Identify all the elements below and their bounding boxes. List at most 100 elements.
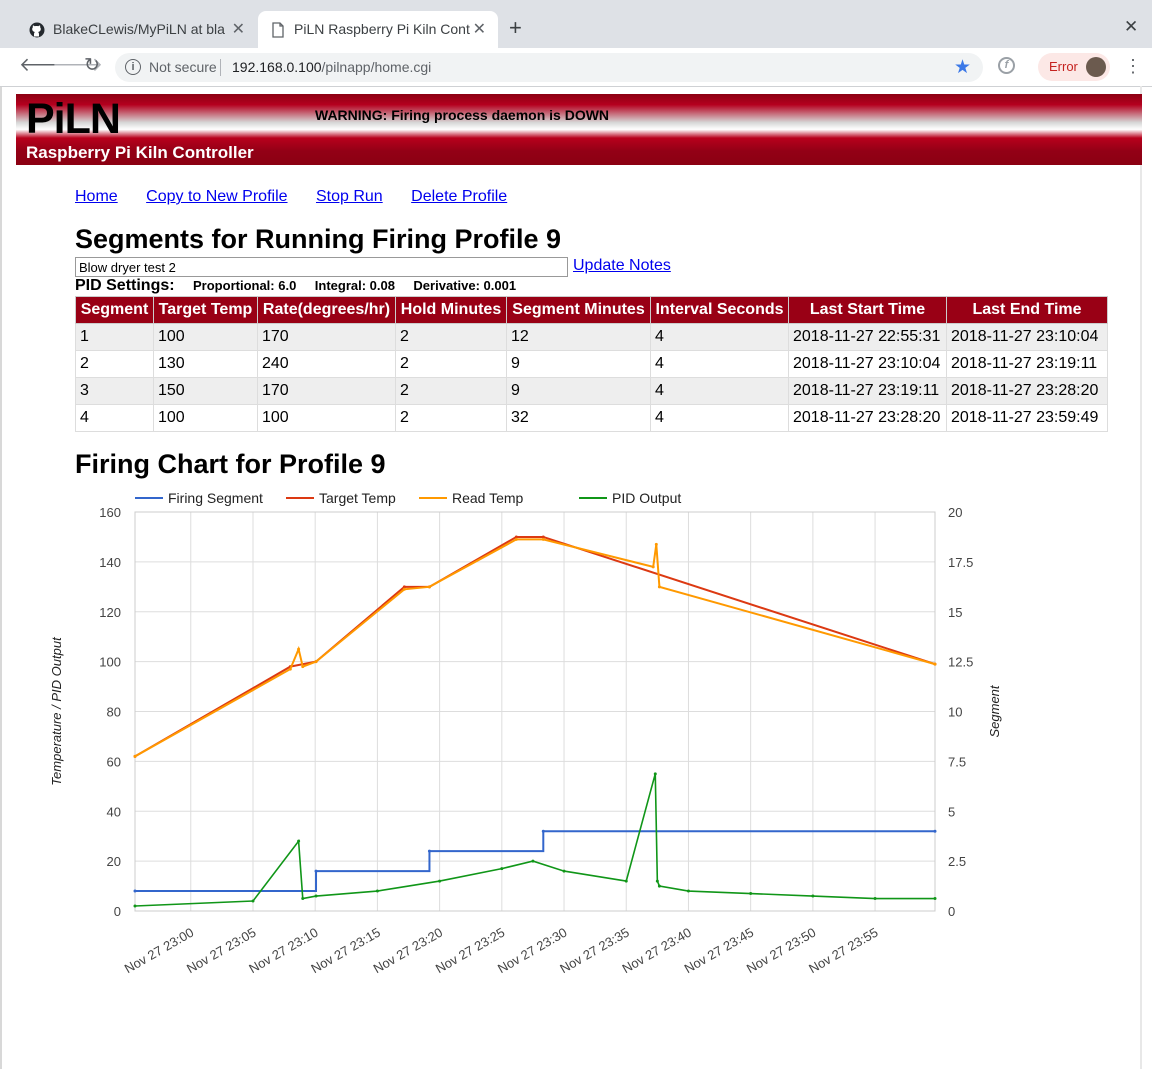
- table-cell: 9: [506, 377, 651, 405]
- segments-title: Segments for Running Firing Profile 9: [75, 224, 562, 254]
- x-tick-label: Nov 27 23:25: [433, 925, 507, 977]
- table-cell: 4: [650, 404, 789, 432]
- table-cell: 2018-11-27 23:10:04: [946, 323, 1108, 351]
- firing-chart: 0 20 40 60 80 100 120 140 160 0 2.5 5 7.5 10 12.5 15 17.…: [49, 490, 1002, 977]
- table-cell: 2018-11-27 23:10:04: [788, 350, 947, 378]
- copy-profile-link[interactable]: Copy to New Profile: [146, 188, 287, 205]
- y2-tick-label: 2.5: [948, 854, 966, 869]
- bookmark-star-icon[interactable]: ★: [954, 56, 971, 79]
- extension-icon[interactable]: f: [998, 57, 1015, 74]
- table-cell: 100: [153, 323, 258, 351]
- url-text[interactable]: 192.168.0.100/pilnapp/home.cgi: [232, 59, 431, 75]
- y-tick-label: 160: [99, 505, 121, 520]
- data-point: [531, 859, 535, 863]
- piln-logo: PiLN: [26, 95, 121, 143]
- table-row: 3 150 170 2 9 4 2018-11-27 23:19:11 2018…: [75, 377, 1108, 405]
- data-point: [686, 889, 690, 893]
- page-icon: [272, 22, 284, 38]
- avatar: [1086, 57, 1106, 77]
- pid-settings: PID Settings: Proportional: 6.0 Integral…: [75, 277, 516, 295]
- page-nav: Home Copy to New Profile Stop Run Delete…: [75, 188, 531, 206]
- data-point: [251, 899, 255, 903]
- y2-tick-label: 5: [948, 804, 955, 819]
- data-point: [654, 542, 658, 546]
- table-cell: 12: [506, 323, 651, 351]
- data-point: [438, 879, 442, 883]
- data-point: [624, 879, 628, 883]
- notes-input[interactable]: [75, 257, 568, 277]
- page-scroll-edge: [1140, 86, 1142, 1069]
- data-point: [427, 585, 431, 589]
- stop-run-link[interactable]: Stop Run: [316, 188, 383, 205]
- table-cell: 100: [257, 404, 396, 432]
- table-cell: 100: [153, 404, 258, 432]
- tab-github[interactable]: BlakeCLewis/MyPiLN at bla ✕: [17, 11, 257, 48]
- y-tick-label: 120: [99, 605, 121, 620]
- y-tick-label: 40: [107, 804, 121, 819]
- url-separator: [220, 59, 221, 76]
- security-label[interactable]: Not secure: [149, 59, 217, 75]
- y-axis-title: Temperature / PID Output: [49, 636, 64, 786]
- data-point: [133, 904, 137, 908]
- y-tick-label: 0: [114, 904, 121, 919]
- data-point: [657, 884, 661, 888]
- update-notes-link[interactable]: Update Notes: [573, 257, 671, 275]
- close-tab-icon[interactable]: ✕: [473, 19, 486, 39]
- close-tab-icon[interactable]: ✕: [232, 19, 245, 39]
- column-header: Segment Minutes: [506, 296, 651, 324]
- table-cell: 2018-11-27 23:28:20: [788, 404, 947, 432]
- table-cell: 150: [153, 377, 258, 405]
- home-link[interactable]: Home: [75, 188, 118, 205]
- table-cell: 2: [395, 404, 507, 432]
- chart-title: Firing Chart for Profile 9: [75, 449, 386, 479]
- tab-label: BlakeCLewis/MyPiLN at bla: [53, 21, 225, 37]
- table-cell: 4: [75, 404, 154, 432]
- table-cell: 2018-11-27 23:59:49: [946, 404, 1108, 432]
- series-line-target-temp: [134, 535, 936, 758]
- data-point: [655, 879, 659, 883]
- table-cell: 2018-11-27 23:28:20: [946, 377, 1108, 405]
- column-header: Rate(degrees/hr): [257, 296, 396, 324]
- y-tick-label: 100: [99, 655, 121, 670]
- table-cell: 2: [395, 350, 507, 378]
- x-tick-label: Nov 27 23:05: [184, 925, 258, 977]
- table-cell: 2018-11-27 22:55:31: [788, 323, 947, 351]
- data-point: [427, 849, 431, 853]
- menu-icon[interactable]: ⋮: [1124, 57, 1142, 75]
- table-cell: 170: [257, 323, 396, 351]
- x-tick-label: Nov 27 23:15: [308, 925, 382, 977]
- window-edge: [0, 86, 2, 1069]
- tab-piln[interactable]: PiLN Raspberry Pi Kiln Cont ✕: [258, 11, 498, 48]
- column-header: Target Temp: [153, 296, 258, 324]
- reload-icon[interactable]: ↻: [84, 56, 100, 76]
- profile-error-chip[interactable]: Error: [1038, 53, 1110, 81]
- pid-proportional: Proportional: 6.0: [193, 278, 297, 293]
- address-bar[interactable]: i Not secure 192.168.0.100/pilnapp/home.…: [115, 53, 983, 82]
- legend-label: Firing Segment: [168, 490, 263, 506]
- y-tick-label: 20: [107, 854, 121, 869]
- pid-integral: Integral: 0.08: [314, 278, 395, 293]
- table-cell: 240: [257, 350, 396, 378]
- data-point: [297, 839, 301, 843]
- table-cell: 32: [506, 404, 651, 432]
- table-row: 1 100 170 2 12 4 2018-11-27 22:55:31 201…: [75, 323, 1108, 351]
- x-tick-label: Nov 27 23:45: [682, 925, 756, 977]
- column-header: Segment: [75, 296, 154, 324]
- window-close-icon[interactable]: ✕: [1124, 17, 1138, 37]
- data-point: [301, 897, 305, 901]
- table-cell: 2: [395, 377, 507, 405]
- data-point: [500, 867, 504, 871]
- info-icon[interactable]: i: [125, 59, 141, 75]
- data-point: [402, 587, 406, 591]
- url-path: /pilnapp/home.cgi: [321, 59, 432, 75]
- table-cell: 1: [75, 323, 154, 351]
- table-cell: 4: [650, 350, 789, 378]
- x-tick-label: Nov 27 23:50: [744, 925, 818, 977]
- header-tagline: Raspberry Pi Kiln Controller: [26, 143, 254, 162]
- error-label: Error: [1049, 59, 1078, 74]
- y-tick-label: 140: [99, 555, 121, 570]
- delete-profile-link[interactable]: Delete Profile: [411, 188, 507, 205]
- column-header: Last End Time: [946, 296, 1108, 324]
- new-tab-button[interactable]: +: [509, 17, 522, 39]
- table-cell: 3: [75, 377, 154, 405]
